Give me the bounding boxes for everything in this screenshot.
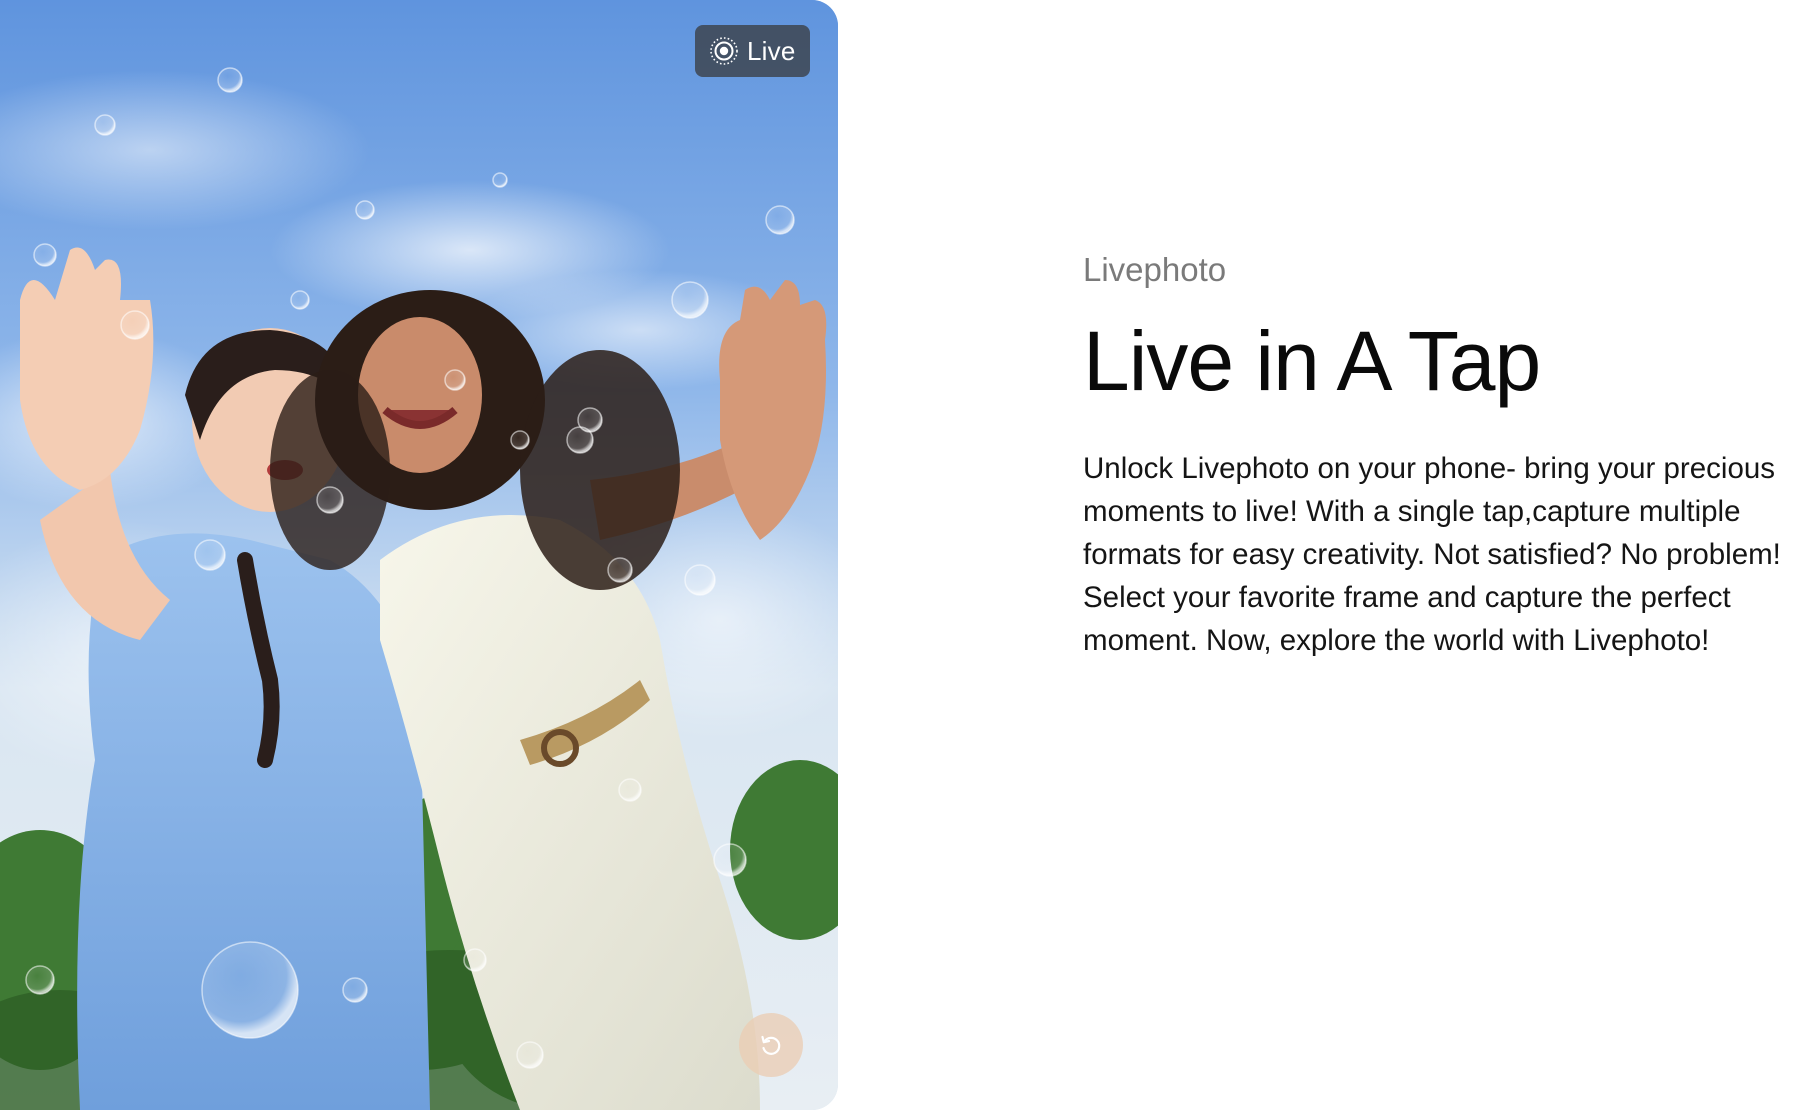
live-photo-image [0,0,838,1110]
live-photo-card[interactable]: Live [0,0,838,1110]
live-badge-label: Live [747,35,796,66]
feature-text-section: Livephoto Live in A Tap Unlock Livephoto… [1083,250,1801,662]
live-toggle-button[interactable]: Live [695,25,810,77]
feature-eyebrow: Livephoto [1083,251,1227,288]
live-photo-icon [710,37,738,65]
replay-icon [761,1035,781,1055]
replay-button[interactable] [739,1013,803,1077]
feature-description: Unlock Livephoto on your phone- bring yo… [1083,451,1781,657]
feature-headline: Live in A Tap [1083,313,1541,408]
page: Live Livephoto Live in A Tap Unlock Live… [0,0,1801,1111]
